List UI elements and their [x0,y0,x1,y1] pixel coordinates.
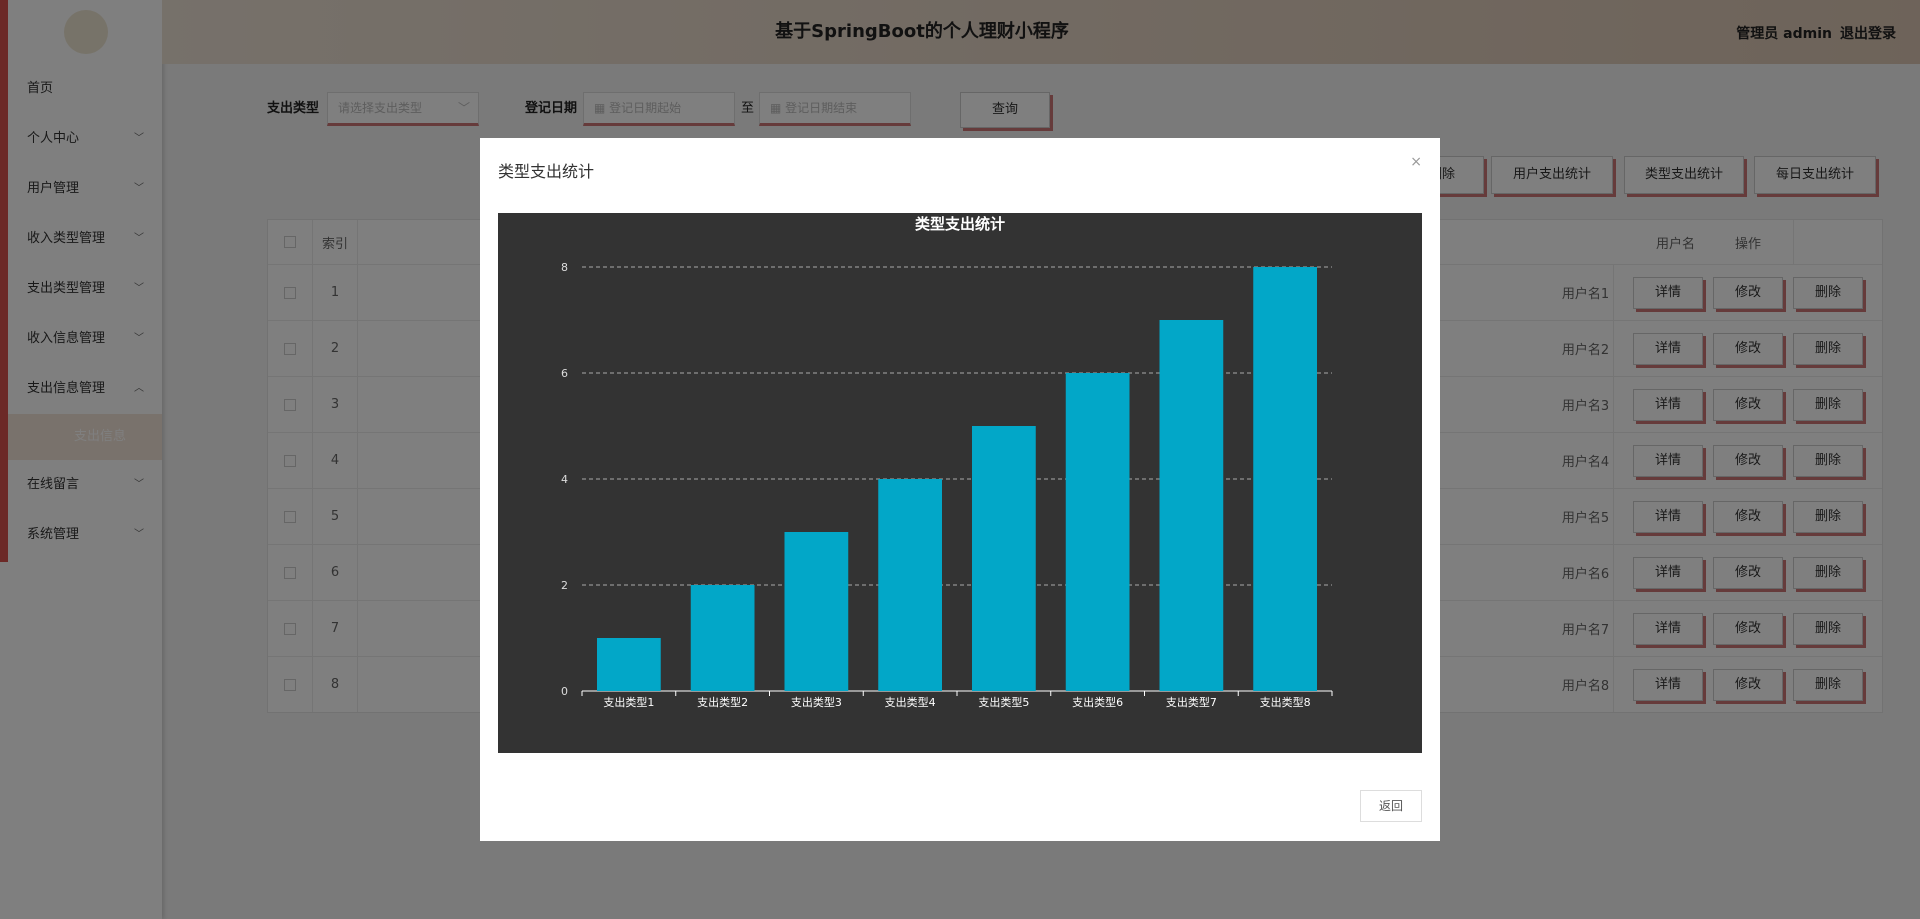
x-tick-label: 支出类型6 [1072,695,1123,709]
close-icon[interactable]: × [1410,154,1422,170]
type-stats-dialog: 类型支出统计 × 类型支出统计 0 2 4 6 8 支出类型1 支出类型2 支出类型3 支出类型4… [480,138,1440,841]
bar [597,638,661,691]
bar [1159,320,1224,691]
y-tick-label: 0 [561,685,568,698]
back-button[interactable]: 返回 [1360,790,1422,822]
chart-container: 类型支出统计 0 2 4 6 8 支出类型1 支出类型2 支出类型3 支出类型4 支出类型5 支出类型… [498,213,1422,753]
x-tick-label: 支出类型8 [1260,695,1311,709]
x-tick-label: 支出类型7 [1166,695,1217,709]
bar [972,426,1036,691]
dialog-title: 类型支出统计 [498,162,595,181]
x-tick-label: 支出类型1 [603,695,654,709]
chart-title: 类型支出统计 [915,215,1005,233]
x-tick-label: 支出类型3 [791,695,842,709]
y-tick-label: 6 [561,367,568,380]
x-tick-label: 支出类型2 [697,695,748,709]
bar [784,532,849,691]
bar [878,479,942,691]
bar-chart: 类型支出统计 0 2 4 6 8 支出类型1 支出类型2 支出类型3 支出类型4 支出类型5 支出类型… [561,215,1333,709]
x-tick-label: 支出类型4 [885,695,936,709]
y-tick-label: 4 [561,473,568,486]
bar [1253,267,1317,691]
y-tick-label: 8 [561,261,568,274]
bar [690,585,755,691]
y-tick-label: 2 [561,579,568,592]
bar [1065,373,1130,691]
x-tick-label: 支出类型5 [978,695,1029,709]
